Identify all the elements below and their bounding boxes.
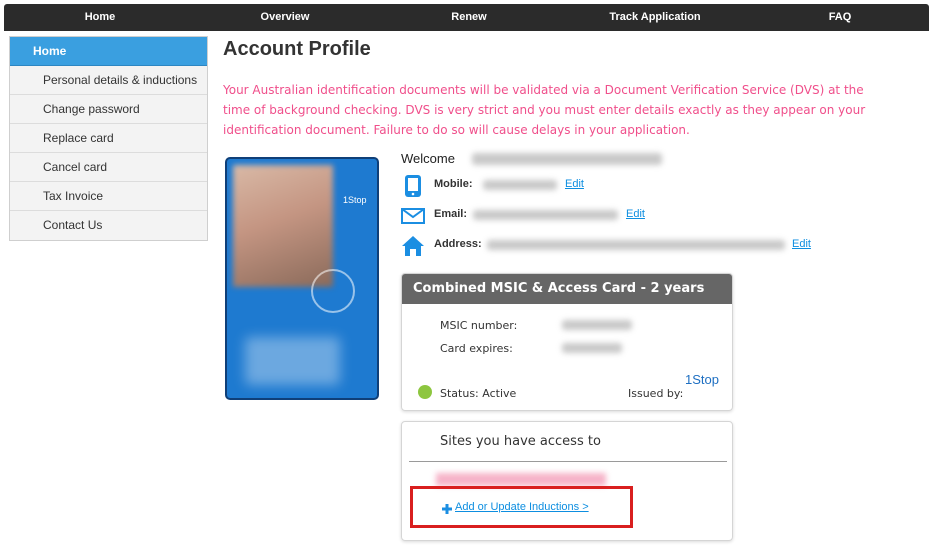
msic-card-panel: Combined MSIC & Access Card - 2 years MS… xyxy=(401,273,733,411)
highlight-box xyxy=(410,486,633,528)
sidebar-item-change-password[interactable]: Change password xyxy=(10,95,207,124)
sidebar-item-tax-invoice[interactable]: Tax Invoice xyxy=(10,182,207,211)
home-icon xyxy=(402,236,424,256)
nav-overview[interactable]: Overview xyxy=(261,4,310,31)
msic-header: Combined MSIC & Access Card - 2 years xyxy=(402,274,732,304)
mobile-phone-icon xyxy=(405,175,421,197)
page-title: Account Profile xyxy=(223,38,371,60)
card-brand-logo: 1Stop xyxy=(343,195,367,205)
dvs-notice: Your Australian identification documents… xyxy=(223,83,866,137)
edit-address-link[interactable]: Edit xyxy=(792,238,811,250)
sites-title: Sites you have access to xyxy=(440,434,601,449)
welcome-label: Welcome xyxy=(401,151,455,166)
sidebar-item-cancel-card[interactable]: Cancel card xyxy=(10,153,207,182)
divider xyxy=(409,461,727,462)
nav-track-application[interactable]: Track Application xyxy=(609,4,700,31)
status-text: Status: Active xyxy=(440,387,517,400)
redacted-email xyxy=(473,210,618,220)
nav-renew[interactable]: Renew xyxy=(451,4,486,31)
id-card-image: 1Stop xyxy=(225,157,379,400)
email-label: Email: xyxy=(434,208,468,220)
redacted-expiry xyxy=(562,343,622,353)
redacted-msic-number xyxy=(562,320,632,330)
issuer-logo: 1Stop xyxy=(685,372,719,387)
edit-mobile-link[interactable]: Edit xyxy=(565,178,584,190)
nav-faq[interactable]: FAQ xyxy=(829,4,852,31)
redacted-address xyxy=(487,240,785,250)
issued-by-label: Issued by: xyxy=(628,387,684,400)
globe-icon xyxy=(311,269,355,313)
top-nav: Home Overview Renew Track Application FA… xyxy=(4,4,929,31)
sidebar-item-contact-us[interactable]: Contact Us xyxy=(10,211,207,240)
sidebar-item-personal-details[interactable]: Personal details & inductions xyxy=(10,66,207,95)
card-redacted-details xyxy=(245,337,340,385)
msic-number-label: MSIC number: xyxy=(440,319,518,332)
status-indicator-icon xyxy=(418,385,432,399)
redacted-site-list xyxy=(436,473,606,486)
nav-home[interactable]: Home xyxy=(85,4,116,31)
address-label: Address: xyxy=(434,238,482,250)
sidebar-item-replace-card[interactable]: Replace card xyxy=(10,124,207,153)
redacted-mobile xyxy=(483,180,557,190)
sidebar: Home Personal details & inductions Chang… xyxy=(9,36,208,241)
redacted-name xyxy=(472,153,662,165)
mobile-label: Mobile: xyxy=(434,178,473,190)
card-photo xyxy=(233,165,333,287)
card-expires-label: Card expires: xyxy=(440,342,513,355)
sidebar-item-home[interactable]: Home xyxy=(10,37,207,66)
envelope-icon xyxy=(401,208,425,224)
edit-email-link[interactable]: Edit xyxy=(626,208,645,220)
